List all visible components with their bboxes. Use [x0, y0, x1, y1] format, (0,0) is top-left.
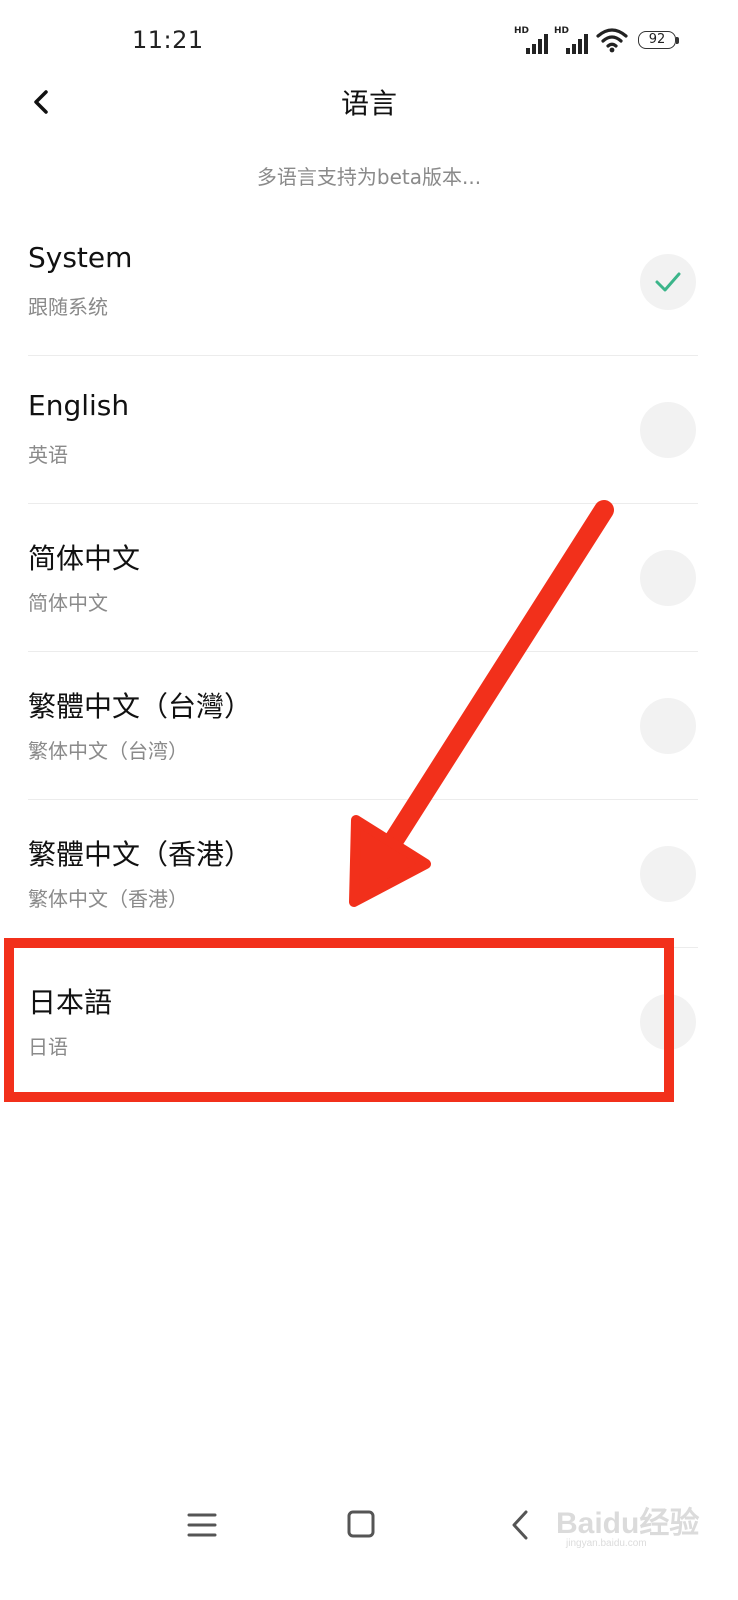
- radio-unselected[interactable]: [640, 550, 696, 606]
- battery-level: 92: [648, 32, 666, 47]
- radio-unselected[interactable]: [640, 698, 696, 754]
- system-back-button[interactable]: [496, 1502, 544, 1550]
- square-icon: [347, 1510, 375, 1538]
- status-time: 11:21: [132, 26, 204, 54]
- language-name: 简体中文: [28, 542, 141, 575]
- language-item-traditional-chinese-taiwan[interactable]: 繁體中文（台灣） 繁体中文（台湾）: [0, 652, 738, 800]
- radio-unselected[interactable]: [640, 846, 696, 902]
- menu-button[interactable]: [178, 1502, 226, 1550]
- language-item-english[interactable]: English 英语: [0, 356, 738, 504]
- home-button[interactable]: [337, 1502, 385, 1550]
- language-item-system[interactable]: System 跟随系统: [0, 208, 738, 356]
- language-subtitle: 繁体中文（香港）: [28, 887, 188, 911]
- wifi-icon: [596, 28, 628, 53]
- check-icon: [655, 272, 681, 292]
- signal-icon: HD: [514, 26, 550, 54]
- language-item-traditional-chinese-hongkong[interactable]: 繁體中文（香港） 繁体中文（香港）: [0, 800, 738, 948]
- back-triangle-icon: [512, 1510, 528, 1540]
- language-subtitle: 简体中文: [28, 591, 108, 615]
- language-name: 日本語: [28, 986, 113, 1019]
- signal-icon-2: HD: [554, 26, 590, 54]
- language-name: System: [28, 241, 133, 274]
- language-name: 繁體中文（台灣）: [28, 690, 253, 723]
- radio-unselected[interactable]: [640, 994, 696, 1050]
- radio-selected[interactable]: [640, 254, 696, 310]
- watermark: Baidu经验 jingyan.baidu.com: [556, 1498, 732, 1558]
- beta-note: 多语言支持为beta版本...: [256, 165, 482, 189]
- battery-icon: 92: [638, 31, 680, 51]
- status-bar: 11:21 HD HD 92: [0, 0, 738, 70]
- language-subtitle: 繁体中文（台湾）: [28, 739, 188, 763]
- language-name: 繁體中文（香港）: [28, 838, 253, 871]
- header: 语言: [0, 70, 738, 134]
- watermark-text: Baidu经验: [556, 1507, 700, 1540]
- language-subtitle: 日语: [28, 1035, 68, 1059]
- page-title: 语言: [340, 87, 397, 120]
- language-subtitle: 英语: [28, 443, 68, 467]
- radio-unselected[interactable]: [640, 402, 696, 458]
- language-item-simplified-chinese[interactable]: 简体中文 简体中文: [0, 504, 738, 652]
- language-item-japanese[interactable]: 日本語 日语: [0, 948, 738, 1096]
- language-name: English: [28, 389, 130, 422]
- language-list: System 跟随系统 English 英语 简体中文 简体中文 繁體中文（台灣…: [0, 208, 738, 1096]
- watermark-url: jingyan.baidu.com: [566, 1538, 647, 1549]
- language-subtitle: 跟随系统: [28, 295, 108, 319]
- menu-icon: [187, 1513, 217, 1537]
- signal-hd-label: HD: [514, 26, 530, 36]
- signal-hd-label-2: HD: [554, 26, 570, 36]
